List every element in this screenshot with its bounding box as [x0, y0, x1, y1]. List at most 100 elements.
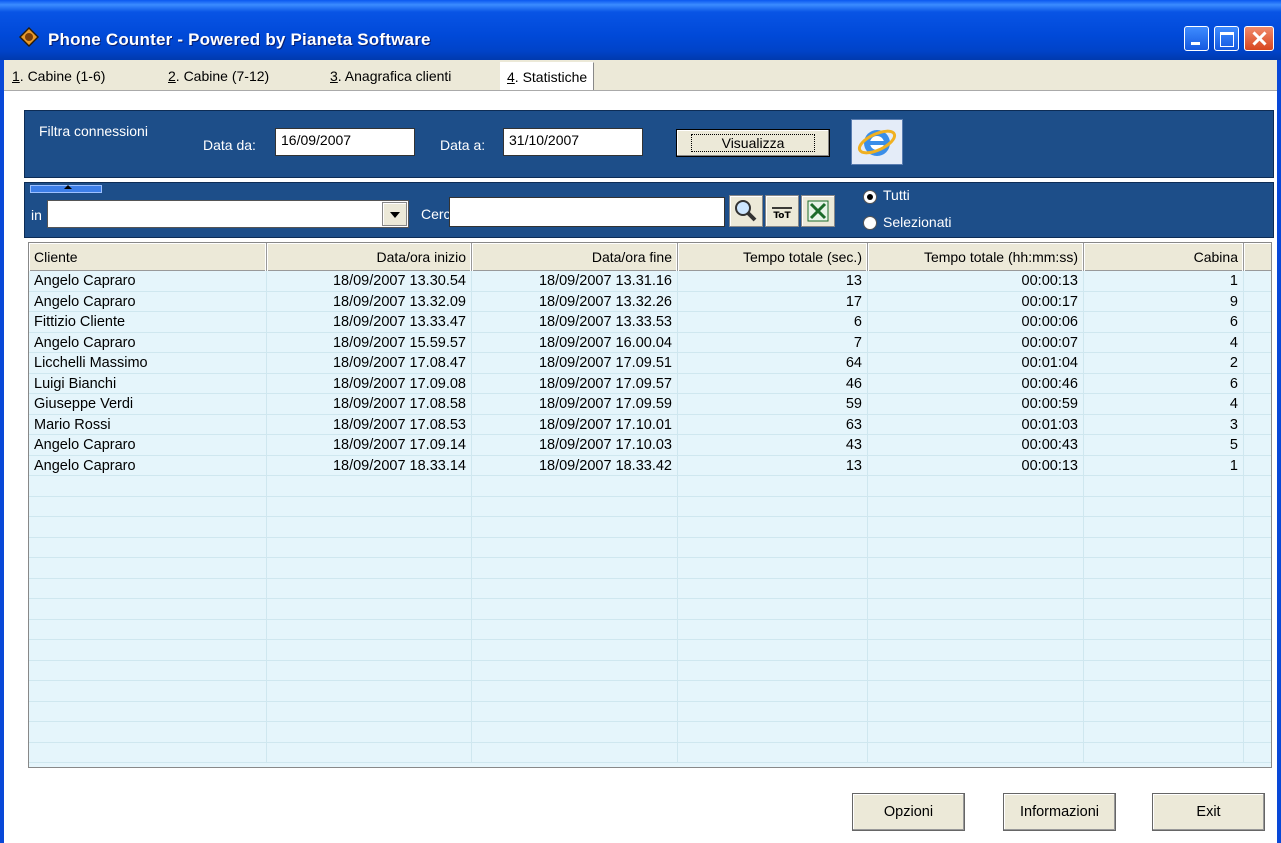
export-excel-button[interactable]: [801, 195, 835, 227]
cell-start: [267, 599, 472, 620]
table-header: Cliente Data/ora inizio Data/ora fine Te…: [29, 243, 1271, 271]
cell-filler: [1244, 374, 1271, 395]
table-row-empty[interactable]: [29, 558, 1271, 579]
table-row-empty[interactable]: [29, 476, 1271, 497]
cell-end: 18/09/2007 17.10.03: [472, 435, 678, 456]
app-icon: [19, 27, 39, 47]
table-row[interactable]: Fittizio Cliente 18/09/2007 13.33.47 18/09…: [29, 312, 1271, 333]
radio-selected[interactable]: [863, 216, 877, 230]
cell-cabina: [1084, 496, 1244, 517]
cell-start: [267, 722, 472, 743]
column-header-hhmmss[interactable]: Tempo totale (hh:mm:ss): [868, 243, 1084, 271]
table-row-empty[interactable]: [29, 681, 1271, 702]
cell-filler: [1244, 579, 1271, 600]
title-bar[interactable]: Phone Counter - Powered by Pianeta Softw…: [0, 0, 1281, 60]
cell-cliente: Mario Rossi: [29, 414, 267, 435]
table-row[interactable]: Angelo Capraro 18/09/2007 17.09.14 18/09/2…: [29, 435, 1271, 456]
internet-explorer-button[interactable]: [851, 119, 903, 165]
cell-hhmmss: [868, 558, 1084, 579]
table-row[interactable]: Angelo Capraro 18/09/2007 18.33.14 18/09/2…: [29, 455, 1271, 476]
cell-hhmmss: [868, 660, 1084, 681]
tab-statistiche[interactable]: 4. Statistiche: [500, 62, 595, 90]
cell-start: [267, 558, 472, 579]
date-to-label: Data a:: [440, 137, 486, 153]
cell-start: [267, 578, 472, 599]
cell-filler: [1244, 640, 1271, 661]
cell-cliente: Angelo Capraro: [29, 455, 267, 476]
search-input[interactable]: [449, 197, 725, 227]
totals-button[interactable]: ToT: [765, 195, 799, 227]
date-to-field[interactable]: 31/10/2007: [503, 128, 643, 156]
column-header-seconds[interactable]: Tempo totale (sec.): [678, 243, 868, 271]
totals-icon: ToT: [772, 207, 792, 221]
column-header-start[interactable]: Data/ora inizio: [267, 243, 472, 271]
table-row[interactable]: Giuseppe Verdi 18/09/2007 17.08.58 18/09/2…: [29, 394, 1271, 415]
table-row-empty[interactable]: [29, 660, 1271, 682]
cell-cliente: Fittizio Cliente: [29, 312, 267, 333]
cell-start: 18/09/2007 13.32.09: [267, 291, 472, 312]
search-button[interactable]: [729, 195, 763, 227]
table-row-empty[interactable]: [29, 742, 1271, 763]
minimize-button[interactable]: [1184, 26, 1209, 51]
cell-start: [267, 681, 472, 702]
column-header-cabina[interactable]: Cabina: [1084, 243, 1244, 271]
cell-seconds: [678, 537, 868, 558]
column-header-end[interactable]: Data/ora fine: [472, 243, 678, 271]
cell-end: [472, 496, 678, 517]
cell-hhmmss: [868, 701, 1084, 722]
table-row-empty[interactable]: [29, 578, 1271, 600]
table-row[interactable]: Angelo Capraro 18/09/2007 13.32.09 18/09/2…: [29, 291, 1271, 313]
date-from-field[interactable]: 16/09/2007: [275, 128, 415, 156]
cell-cabina: 6: [1084, 312, 1244, 333]
cell-seconds: [678, 476, 868, 497]
cell-start: 18/09/2007 15.59.57: [267, 332, 472, 353]
statistics-table[interactable]: Cliente Data/ora inizio Data/ora fine Te…: [28, 242, 1272, 768]
options-button[interactable]: Opzioni: [852, 793, 965, 831]
exit-button[interactable]: Exit: [1152, 793, 1265, 831]
table-row[interactable]: Licchelli Massimo 18/09/2007 17.08.47 18/0…: [29, 353, 1271, 374]
window-title: Phone Counter - Powered by Pianeta Softw…: [48, 30, 431, 49]
search-column-select[interactable]: [47, 200, 409, 228]
radio-all[interactable]: [863, 190, 877, 204]
table-row-empty[interactable]: [29, 640, 1271, 661]
cell-seconds: [678, 517, 868, 538]
show-button[interactable]: Visualizza: [676, 129, 830, 157]
search-in-label: in: [31, 207, 42, 223]
cell-start: 18/09/2007 17.09.14: [267, 435, 472, 456]
collapse-handle[interactable]: [30, 185, 102, 193]
close-button[interactable]: [1244, 26, 1274, 51]
cell-cabina: 2: [1084, 353, 1244, 374]
cell-start: [267, 517, 472, 538]
tab-cabine-7-12[interactable]: 2. Cabine (7-12): [162, 64, 275, 88]
cell-hhmmss: [868, 496, 1084, 517]
cell-seconds: [678, 599, 868, 620]
cell-end: 18/09/2007 17.10.01: [472, 414, 678, 435]
maximize-button[interactable]: [1214, 26, 1239, 51]
cell-filler: [1244, 292, 1271, 313]
cell-seconds: [678, 619, 868, 640]
cell-end: [472, 722, 678, 743]
cell-filler: [1244, 333, 1271, 354]
table-row-empty[interactable]: [29, 701, 1271, 722]
table-row-empty[interactable]: [29, 517, 1271, 538]
table-row-empty[interactable]: [29, 722, 1271, 743]
table-row[interactable]: Luigi Bianchi 18/09/2007 17.09.08 18/09/20…: [29, 373, 1271, 395]
cell-cabina: 3: [1084, 414, 1244, 435]
table-row-empty[interactable]: [29, 599, 1271, 620]
cell-filler: [1244, 661, 1271, 682]
cell-seconds: 13: [678, 271, 868, 292]
table-row-empty[interactable]: [29, 537, 1271, 558]
chevron-down-icon[interactable]: [382, 202, 407, 226]
cell-end: [472, 660, 678, 681]
column-header-cliente[interactable]: Cliente: [29, 243, 267, 271]
cell-filler: [1244, 722, 1271, 743]
table-row[interactable]: Angelo Capraro 18/09/2007 13.30.54 18/09/2…: [29, 271, 1271, 292]
info-button[interactable]: Informazioni: [1003, 793, 1116, 831]
table-row-empty[interactable]: [29, 619, 1271, 640]
table-row[interactable]: Angelo Capraro 18/09/2007 15.59.57 18/09/2…: [29, 332, 1271, 354]
table-row[interactable]: Mario Rossi 18/09/2007 17.08.53 18/09/2007…: [29, 414, 1271, 435]
tab-anagrafica-clienti[interactable]: 3. Anagrafica clienti: [324, 64, 457, 88]
table-row-empty[interactable]: [29, 496, 1271, 517]
tab-cabine-1-6[interactable]: 1. Cabine (1-6): [6, 64, 111, 88]
cell-hhmmss: 00:01:04: [868, 353, 1084, 374]
